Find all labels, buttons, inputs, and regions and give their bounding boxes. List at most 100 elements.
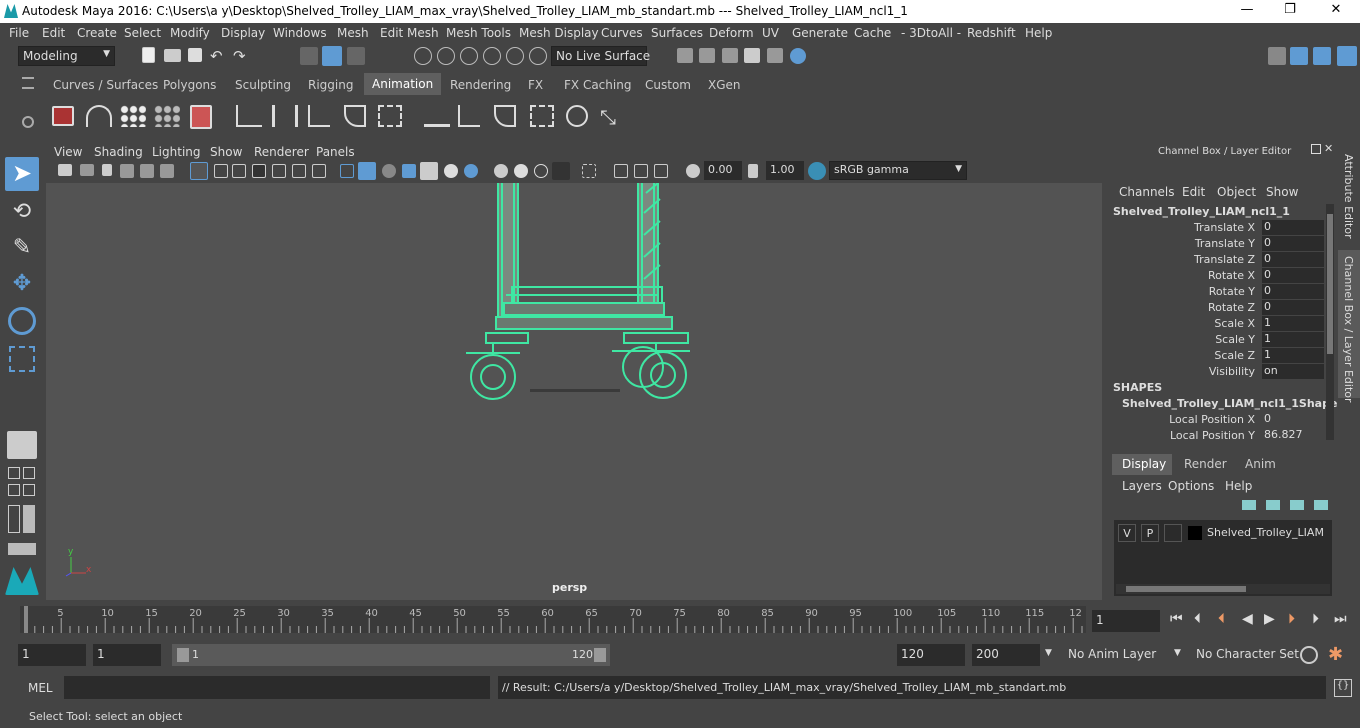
menu-mesh-tools[interactable]: Mesh Tools [446, 26, 511, 40]
shadows-icon[interactable] [464, 164, 478, 178]
move-layer-down-icon[interactable] [1266, 500, 1280, 510]
step-back-frame-icon[interactable]: ⏴ [1218, 611, 1225, 627]
snap-grid-icon[interactable] [414, 47, 432, 65]
resolution-gate-icon[interactable] [232, 164, 246, 178]
shape-name[interactable]: Shelved_Trolley_LIAM_ncl1_1Shape [1122, 397, 1337, 410]
tab-fx-caching[interactable]: FX Caching [564, 78, 631, 92]
render-settings-icon[interactable] [677, 48, 693, 63]
channel-row[interactable]: Visibility on [1108, 364, 1338, 380]
outliner-persp-icon[interactable] [8, 505, 20, 533]
constraint-orient-icon[interactable] [494, 105, 516, 127]
object-name[interactable]: Shelved_Trolley_LIAM_ncl1_1 [1113, 205, 1290, 218]
screen-space-ao-icon[interactable] [494, 164, 508, 178]
channel-value[interactable]: on [1262, 364, 1324, 379]
channel-menu-object[interactable]: Object [1217, 185, 1256, 199]
film-gate-icon[interactable] [214, 164, 228, 178]
channel-box-tab[interactable]: Channel Box / Layer Editor [1342, 256, 1355, 403]
menu-3dtoall[interactable]: - 3DtoAll - [901, 26, 961, 40]
motion-blur-icon[interactable] [514, 164, 528, 178]
channel-row[interactable]: Translate X 0 [1108, 220, 1338, 236]
select-object-icon[interactable] [322, 46, 342, 66]
layer-name[interactable]: Shelved_Trolley_LIAM [1207, 526, 1324, 539]
character-set-dropdown[interactable]: No Character Set [1192, 644, 1299, 666]
character-set-chevron-icon[interactable]: ▼ [1174, 648, 1181, 658]
anim-layer-chevron-icon[interactable]: ▼ [1045, 648, 1052, 658]
channel-value[interactable]: 0 [1262, 236, 1324, 251]
new-layer-icon[interactable] [1290, 500, 1304, 510]
channel-value[interactable]: 0 [1262, 268, 1324, 283]
snap-point-icon[interactable] [460, 47, 478, 65]
multisample-aa-icon[interactable] [534, 164, 548, 178]
menu-mesh-display[interactable]: Mesh Display [519, 26, 599, 40]
channel-value[interactable]: 0 [1262, 220, 1324, 235]
maximize-button[interactable]: ❐ [1280, 2, 1300, 20]
tab-render[interactable]: Render [1184, 457, 1227, 471]
grease-pencil-icon[interactable] [160, 164, 174, 178]
open-scene-icon[interactable] [164, 49, 181, 62]
render-frame-icon[interactable] [699, 48, 715, 63]
magnet-icon[interactable] [529, 47, 547, 65]
ik-handle-icon[interactable] [236, 105, 262, 127]
xray-joints-icon[interactable] [614, 164, 628, 178]
panel-menu-renderer[interactable]: Renderer [254, 145, 309, 159]
snap-view-plane-icon[interactable] [483, 47, 501, 65]
menu-uv[interactable]: UV [762, 26, 779, 40]
menu-create[interactable]: Create [77, 26, 117, 40]
layer-hscrollbar[interactable] [1116, 584, 1330, 594]
animation-preferences-icon[interactable]: ✱ [1328, 644, 1343, 665]
ipr-render-icon[interactable] [722, 48, 738, 63]
trax-editor-icon[interactable] [154, 105, 180, 127]
move-tool-icon[interactable]: ✥ [8, 271, 36, 299]
auto-key-icon[interactable] [1300, 646, 1318, 664]
toggle-modeling-toolkit-icon[interactable] [1290, 47, 1308, 65]
toggle-attribute-editor-icon[interactable] [1313, 47, 1331, 65]
layer-menu-help[interactable]: Help [1225, 479, 1252, 493]
field-chart-icon[interactable] [272, 164, 286, 178]
ipr-icon[interactable] [744, 48, 760, 63]
use-all-lights-icon[interactable] [444, 164, 458, 178]
toggle-channel-box-icon[interactable] [1337, 46, 1357, 66]
image-plane-icon[interactable] [120, 164, 134, 178]
save-scene-icon[interactable] [188, 48, 202, 62]
menu-select[interactable]: Select [124, 26, 161, 40]
redo-icon[interactable]: ↷ [233, 47, 251, 65]
scale-tool-icon[interactable] [9, 346, 35, 372]
snap-curve-icon[interactable] [437, 47, 455, 65]
move-layer-up-icon[interactable] [1242, 500, 1256, 510]
paint-select-tool-icon[interactable]: ✎ [8, 235, 36, 263]
backface-culling-icon[interactable] [654, 164, 668, 178]
anim-layer-dropdown[interactable]: No Anim Layer [1064, 644, 1164, 666]
range-end-handle[interactable] [594, 648, 606, 662]
workspace-icon[interactable] [1268, 47, 1286, 65]
ik-spline-icon[interactable] [344, 105, 366, 127]
grid-icon[interactable] [190, 162, 208, 180]
panel-menu-show[interactable]: Show [210, 145, 242, 159]
constraint-aim-icon[interactable] [458, 105, 480, 127]
channel-row[interactable]: Translate Y 0 [1108, 236, 1338, 252]
graph-editor-icon[interactable] [86, 105, 112, 127]
step-forward-key-icon[interactable]: ⏵ [1312, 611, 1319, 627]
smooth-shade-icon[interactable] [358, 162, 376, 180]
safe-action-icon[interactable] [292, 164, 306, 178]
channel-row[interactable]: Rotate X 0 [1108, 268, 1338, 284]
panel-menu-view[interactable]: View [54, 145, 82, 159]
single-perspective-view-icon[interactable] [7, 431, 37, 459]
menu-deform[interactable]: Deform [709, 26, 754, 40]
start-time-field[interactable]: 1 [18, 644, 86, 666]
exposure-icon[interactable] [686, 164, 700, 178]
menu-help[interactable]: Help [1025, 26, 1052, 40]
constraint-scale-icon[interactable] [530, 105, 554, 127]
tab-rigging[interactable]: Rigging [308, 78, 353, 92]
use-default-material-icon[interactable] [382, 164, 396, 178]
menu-modify[interactable]: Modify [170, 26, 210, 40]
lasso-tool-icon[interactable]: ⟲ [8, 199, 36, 227]
xray-icon[interactable] [420, 162, 438, 180]
tab-sculpting[interactable]: Sculpting [235, 78, 291, 92]
constraint-point-icon[interactable] [424, 105, 450, 127]
panel-menu-panels[interactable]: Panels [316, 145, 355, 159]
playblast-icon[interactable] [52, 106, 74, 126]
channel-value[interactable]: 0 [1262, 252, 1324, 267]
persp-graph-icon[interactable] [8, 484, 20, 496]
tab-custom[interactable]: Custom [645, 78, 691, 92]
channel-row[interactable]: Translate Z 0 [1108, 252, 1338, 268]
